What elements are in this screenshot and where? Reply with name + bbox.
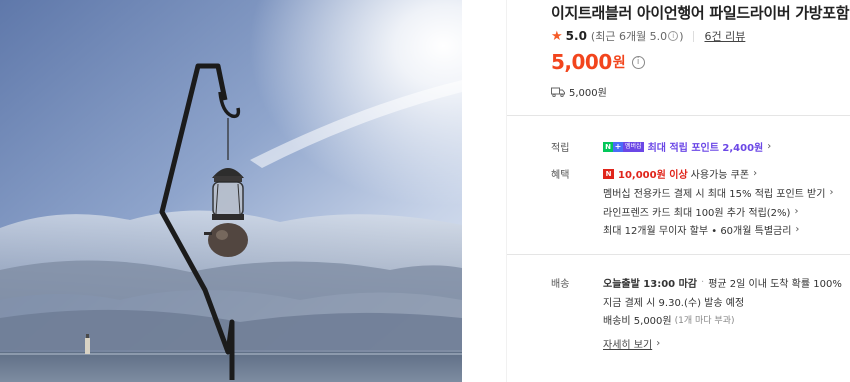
- delivery-fee: 배송비 5,000원: [603, 316, 672, 327]
- chevron-right-icon: ›: [767, 141, 772, 152]
- benefit-text: 최대 12개월 무이자 할부 • 60개월 특별금리: [603, 226, 792, 237]
- coupon-amount: 10,000원 이상: [618, 170, 688, 181]
- shipping-fee-row: 5,000원: [551, 84, 607, 99]
- separator-dot: ·: [701, 277, 705, 288]
- benefit-line[interactable]: 멤버십 전용카드 결제 시 최대 15% 적립 포인트 받기 ›: [603, 185, 833, 200]
- rating-value: 5.0: [565, 29, 587, 43]
- delivery-detail-row[interactable]: 자세히 보기 ›: [603, 336, 660, 351]
- benefit-text: 멤버십 전용카드 결제 시 최대 15% 적립 포인트 받기: [603, 189, 826, 200]
- benefit-text: 라인프렌즈 카드 최대 100원 추가 적립(2%): [603, 208, 791, 219]
- delivery-fee-note: (1개 마다 부과): [674, 316, 735, 326]
- product-title: 이지트래블러 아이언행어 파일드라이버 가방포함: [551, 4, 850, 22]
- points-text: 최대 적립 포인트 2,400원: [647, 143, 764, 154]
- membership-badge: 멤버십: [623, 141, 644, 152]
- product-info-panel: 이지트래블러 아이언행어 파일드라이버 가방포함 ★ 5.0 (최근 6개월 5…: [506, 0, 850, 382]
- rating-row: ★ 5.0 (최근 6개월 5.0 i ) 6건 리뷰: [551, 28, 745, 44]
- chevron-right-icon: ›: [753, 168, 758, 179]
- points-row[interactable]: N + 멤버십 최대 적립 포인트 2,400원 ›: [603, 139, 771, 154]
- rating-note-prefix: (최근 6개월 5.0: [590, 30, 668, 43]
- plus-icon: +: [613, 141, 623, 152]
- chevron-right-icon: ›: [829, 187, 834, 198]
- delivery-fee-row: 배송비 5,000원 (1개 마다 부과): [603, 312, 734, 327]
- truck-icon: [551, 87, 565, 97]
- coupon-n-icon: N: [603, 168, 614, 179]
- chevron-right-icon: ›: [656, 338, 661, 349]
- chevron-right-icon: ›: [795, 224, 800, 235]
- arrival-stat: 평균 2일 이내 도착 확률 100%: [708, 279, 842, 290]
- rating-note-suffix: ): [679, 29, 684, 43]
- divider: [507, 115, 850, 116]
- today-dispatch: 오늘출발 13:00 마감: [603, 279, 697, 290]
- benefit-line[interactable]: 라인프렌즈 카드 최대 100원 추가 적립(2%) ›: [603, 204, 798, 219]
- shipping-fee: 5,000원: [569, 88, 607, 99]
- price-info-icon[interactable]: i: [631, 55, 645, 69]
- divider: [507, 254, 850, 255]
- benefit-line[interactable]: 최대 12개월 무이자 할부 • 60개월 특별금리 ›: [603, 222, 799, 237]
- coupon-row[interactable]: N 10,000원 이상 사용가능 쿠폰 ›: [603, 166, 757, 181]
- product-image[interactable]: [0, 0, 462, 382]
- info-icon[interactable]: i: [668, 31, 679, 41]
- delivery-today-row: 오늘출발 13:00 마감 · 평균 2일 이내 도착 확률 100%: [603, 275, 842, 290]
- delivery-detail-link[interactable]: 자세히 보기: [603, 336, 652, 351]
- divider: [693, 30, 695, 42]
- naver-n-icon: N: [603, 141, 613, 152]
- chevron-right-icon: ›: [794, 206, 799, 217]
- coupon-text: 사용가능 쿠폰: [690, 170, 750, 181]
- points-label: 적립: [551, 143, 570, 154]
- price-amount: 5,000: [551, 50, 612, 74]
- price-unit: 원: [612, 55, 626, 71]
- benefit-label: 혜택: [551, 170, 570, 181]
- delivery-label: 배송: [551, 279, 570, 290]
- dispatch-date-row: 지금 결제 시 9.30.(수) 발송 예정: [603, 294, 744, 309]
- star-icon: ★: [551, 28, 563, 44]
- product-photo: [0, 0, 462, 382]
- dispatch-date: 지금 결제 시 9.30.(수) 발송 예정: [603, 298, 745, 309]
- price-row: 5,000 원 i: [551, 50, 645, 74]
- reviews-link[interactable]: 6건 리뷰: [704, 28, 745, 44]
